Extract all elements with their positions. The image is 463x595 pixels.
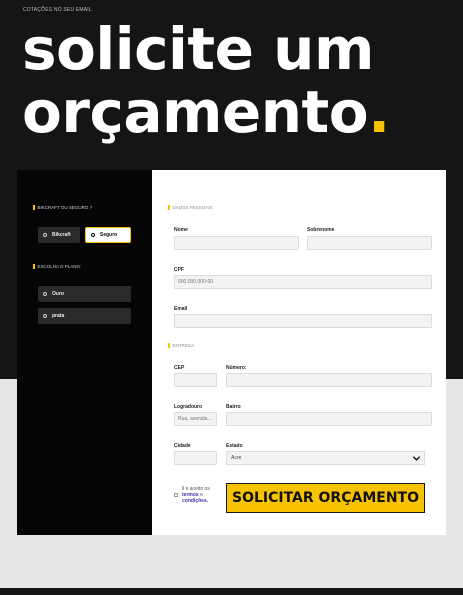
email-label: Email — [174, 306, 188, 312]
cpf-label: CPF — [174, 267, 184, 273]
option-label: Ouro — [52, 291, 64, 297]
cidade-field[interactable] — [174, 451, 217, 465]
cep-label: CEP — [174, 365, 185, 371]
quote-form-card: BIKCRAFT OU SEGURO ? Bikcraft Seguro ESC… — [17, 170, 446, 535]
terms-text: li e aceito os termos e condições. — [182, 486, 216, 504]
product-question-heading: BIKCRAFT OU SEGURO ? — [33, 205, 92, 210]
numero-field[interactable] — [226, 373, 432, 387]
submit-quote-button[interactable]: SOLICITAR ORÇAMENTO — [226, 483, 425, 513]
option-label: Seguro — [100, 232, 118, 238]
logradouro-label: Logradouro — [174, 404, 203, 410]
personal-section-label: DADOS PESSOAIS — [172, 205, 213, 210]
conditions-link[interactable]: condições. — [182, 498, 208, 504]
sobrenome-label: Sobrenome — [307, 227, 335, 233]
estado-selected-value: Acre — [231, 455, 242, 461]
option-label: prata — [52, 313, 65, 319]
radio-icon — [43, 292, 47, 296]
option-seguro[interactable]: Seguro — [85, 227, 131, 243]
plan-ouro[interactable]: Ouro — [38, 286, 131, 302]
product-sidebar: BIKCRAFT OU SEGURO ? Bikcraft Seguro ESC… — [17, 170, 152, 535]
nome-label: Nome — [174, 227, 188, 233]
option-label: Bikcraft — [52, 232, 71, 238]
numero-label: Número: — [226, 365, 247, 371]
accent-bar — [33, 205, 35, 210]
plan-prata[interactable]: prata — [38, 308, 131, 324]
plan-label: ESCOLHA O PLANO: — [37, 264, 82, 269]
cpf-field[interactable] — [174, 275, 432, 289]
product-question-label: BIKCRAFT OU SEGURO ? — [37, 205, 93, 210]
cep-field[interactable] — [174, 373, 217, 387]
headline-word: orçamento — [22, 78, 369, 146]
bairro-field[interactable] — [226, 412, 432, 426]
headline-line-2: orçamento. — [22, 81, 390, 144]
estado-select[interactable]: Acre — [226, 451, 425, 465]
accent-bar — [168, 205, 170, 210]
accent-bar — [168, 343, 170, 348]
radio-icon — [43, 314, 47, 318]
nome-field[interactable] — [174, 236, 299, 250]
eyebrow-text: COTAÇÕES NO SEU EMAIL — [23, 7, 92, 13]
headline-line-1: solicite um — [22, 15, 374, 83]
terms-checkbox[interactable] — [174, 493, 178, 497]
estado-label: Estado — [226, 443, 243, 449]
email-field[interactable] — [174, 314, 432, 328]
cidade-label: Cidade — [174, 443, 191, 449]
plan-heading: ESCOLHA O PLANO: — [33, 264, 81, 269]
radio-icon — [91, 233, 95, 237]
radio-icon — [43, 233, 47, 237]
option-bikcraft[interactable]: Bikcraft — [38, 227, 80, 243]
sobrenome-field[interactable] — [307, 236, 432, 250]
form-panel: DADOS PESSOAIS Nome Sobrenome CPF Email … — [152, 170, 446, 535]
bairro-label: Bairro — [226, 404, 241, 410]
accent-bar — [33, 264, 35, 269]
headline-accent-dot: . — [368, 78, 390, 146]
delivery-section-label: ENTREGA — [172, 343, 195, 348]
terms-row: li e aceito os termos e condições. — [174, 486, 216, 504]
page-title: solicite um orçamento. — [22, 18, 390, 144]
footer-bar — [0, 588, 463, 595]
personal-section-heading: DADOS PESSOAIS — [168, 205, 213, 210]
delivery-section-heading: ENTREGA — [168, 343, 194, 348]
chevron-down-icon — [412, 455, 421, 461]
logradouro-field[interactable] — [174, 412, 217, 426]
